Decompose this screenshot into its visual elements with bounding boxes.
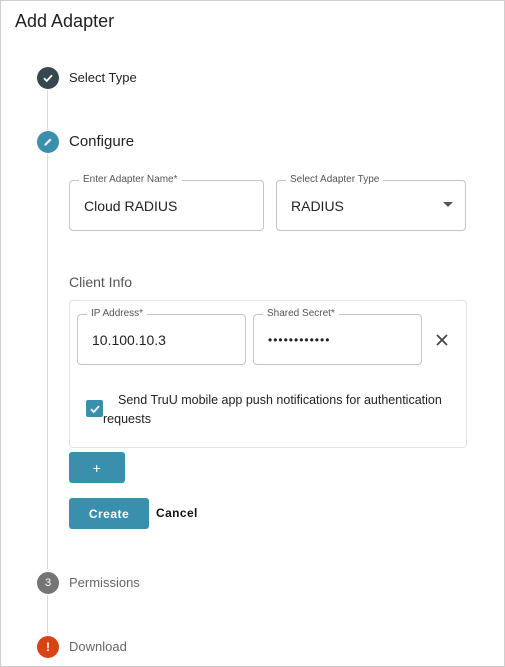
step-label-permissions[interactable]: Permissions <box>69 575 140 590</box>
push-notification-checkbox[interactable] <box>86 400 103 417</box>
adapter-type-select[interactable]: Select Adapter Type RADIUS <box>276 174 466 231</box>
adapter-name-value[interactable]: Cloud RADIUS <box>84 198 177 214</box>
step-done-check-icon <box>37 67 59 89</box>
shared-secret-value[interactable]: •••••••••••• <box>268 333 330 347</box>
ip-address-label: IP Address* <box>87 308 148 319</box>
client-info-heading: Client Info <box>69 274 133 290</box>
adapter-name-label: Enter Adapter Name* <box>79 174 182 185</box>
cancel-button[interactable]: Cancel <box>156 506 198 520</box>
create-button[interactable]: Create <box>69 498 149 529</box>
push-notification-label-line1: Send TruU mobile app push notifications … <box>118 393 442 407</box>
chevron-down-icon[interactable] <box>443 202 453 207</box>
page-title: Add Adapter <box>15 11 115 31</box>
add-adapter-panel: Add Adapter Select Type Configure Enter … <box>0 0 505 667</box>
adapter-name-field[interactable]: Enter Adapter Name* Cloud RADIUS <box>69 174 264 231</box>
step-label-download[interactable]: Download <box>69 639 127 654</box>
step-label-configure[interactable]: Configure <box>69 133 134 150</box>
step-connector <box>47 595 48 633</box>
step-warning-icon: ! <box>37 636 59 658</box>
step-connector <box>47 154 48 569</box>
add-client-button[interactable]: + <box>69 452 125 483</box>
push-notification-label: Send TruU mobile app push notifications … <box>103 391 442 429</box>
adapter-type-value: RADIUS <box>291 197 344 214</box>
step-number-badge: 3 <box>37 572 59 594</box>
adapter-type-label: Select Adapter Type <box>286 174 384 185</box>
remove-client-close-icon[interactable] <box>434 332 450 348</box>
step-connector <box>47 90 48 130</box>
ip-address-field[interactable]: IP Address* 10.100.10.3 <box>77 308 246 365</box>
push-notification-label-line2: requests <box>103 411 151 426</box>
shared-secret-label: Shared Secret* <box>263 308 339 319</box>
ip-address-value[interactable]: 10.100.10.3 <box>92 332 166 348</box>
shared-secret-field[interactable]: Shared Secret* •••••••••••• <box>253 308 422 365</box>
step-active-pencil-icon <box>37 131 59 153</box>
step-label-select-type[interactable]: Select Type <box>69 70 137 85</box>
